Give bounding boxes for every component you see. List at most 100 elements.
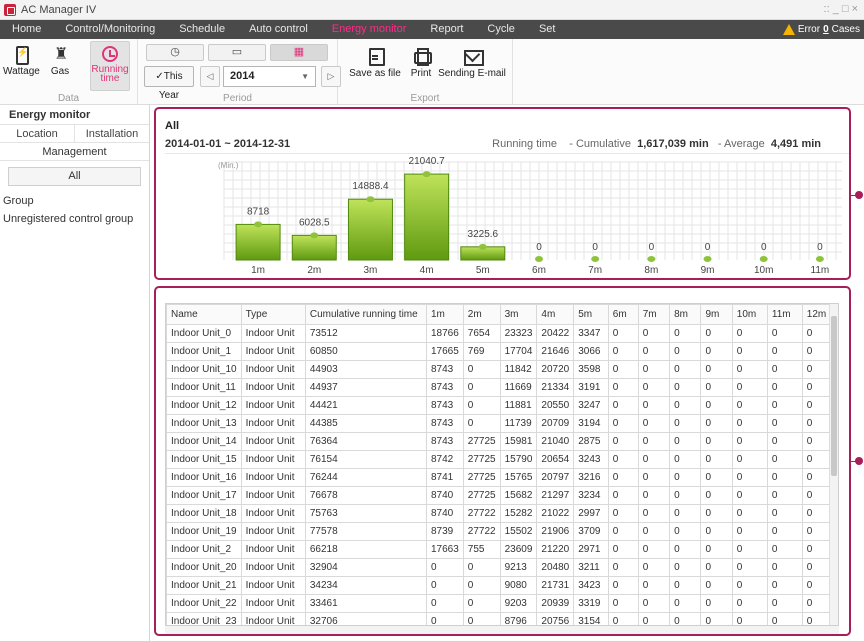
- table-row[interactable]: Indoor Unit_13 Indoor Unit 44385 8743 0 11739…: [166, 414, 838, 433]
- table-cell: 0: [669, 522, 702, 541]
- table-row[interactable]: Indoor Unit_15 Indoor Unit 76154 8742 27725 1…: [166, 450, 838, 469]
- menu-item-energy-monitor[interactable]: Energy monitor: [320, 20, 419, 39]
- table-cell: 0: [731, 486, 768, 505]
- bar-1m: [235, 223, 281, 261]
- table-cell: Indoor Unit: [240, 360, 306, 379]
- horizontal-scrollbar[interactable]: [165, 626, 839, 634]
- error-count[interactable]: 0: [823, 24, 829, 35]
- save-as-file-button[interactable]: Save as file: [346, 47, 404, 79]
- column-header[interactable]: 4m: [536, 304, 575, 325]
- column-header[interactable]: Name: [166, 304, 242, 325]
- table-row[interactable]: Indoor Unit_16 Indoor Unit 76244 8741 27725 1…: [166, 468, 838, 487]
- table-cell: 15765: [499, 468, 538, 487]
- table-row[interactable]: Indoor Unit_18 Indoor Unit 75763 8740 27722 1…: [166, 504, 838, 523]
- table-cell: Indoor Unit_20: [166, 558, 242, 577]
- bar-cap-5m: [478, 243, 487, 250]
- bar-4m: [404, 173, 450, 261]
- table-cell: 0: [669, 360, 702, 379]
- tab-location[interactable]: Location: [0, 125, 75, 142]
- running-time-button[interactable]: Running time: [90, 41, 130, 91]
- table-cell: 3154: [573, 612, 609, 625]
- period-day-button[interactable]: ◷: [146, 44, 204, 61]
- table-cell: Indoor Unit_10: [166, 360, 242, 379]
- table-cell: 9080: [499, 576, 538, 595]
- table-row[interactable]: Indoor Unit_10 Indoor Unit 44903 8743 0 11842…: [166, 360, 838, 379]
- tab-management[interactable]: Management: [0, 143, 149, 161]
- this-year-button[interactable]: ✓This Year: [144, 66, 194, 101]
- wattage-button[interactable]: Wattage: [3, 45, 40, 85]
- table-row[interactable]: Indoor Unit_11 Indoor Unit 44937 8743 0 11669…: [166, 378, 838, 397]
- window-controls[interactable]: :: _ □ ×: [824, 3, 858, 15]
- table-row[interactable]: Indoor Unit_14 Indoor Unit 76364 8743 27725 1…: [166, 432, 838, 451]
- menu-item-set[interactable]: Set: [527, 20, 568, 39]
- period-year-button[interactable]: ▦: [270, 44, 328, 61]
- table-cell: Indoor Unit_22: [166, 594, 242, 613]
- table-row[interactable]: Indoor Unit_20 Indoor Unit 32904 0 0 9213 2048…: [166, 558, 838, 577]
- table-cell: 0: [607, 504, 639, 523]
- table-row[interactable]: Indoor Unit_12 Indoor Unit 44421 8743 0 11881…: [166, 396, 838, 415]
- table-cell: Indoor Unit: [240, 576, 306, 595]
- prev-year-button[interactable]: ◁: [200, 66, 220, 87]
- table-cell: 0: [766, 522, 803, 541]
- table-cell: 3347: [573, 324, 609, 343]
- column-header[interactable]: 10m: [731, 304, 768, 325]
- table-cell: Indoor Unit_21: [166, 576, 242, 595]
- column-header[interactable]: 9m: [700, 304, 733, 325]
- all-button[interactable]: All: [8, 167, 141, 186]
- menu-item-auto-control[interactable]: Auto control: [237, 20, 320, 39]
- column-header[interactable]: 11m: [766, 304, 803, 325]
- menu-item-home[interactable]: Home: [0, 20, 53, 39]
- table-cell: 0: [766, 450, 803, 469]
- table-row[interactable]: Indoor Unit_21 Indoor Unit 34234 0 0 9080 2173…: [166, 576, 838, 595]
- table-cell: 9203: [499, 594, 538, 613]
- column-header[interactable]: 2m: [462, 304, 501, 325]
- error-indicator[interactable]: Error 0 Cases: [782, 22, 860, 37]
- data-label-2m: 6028.5: [299, 217, 330, 228]
- table-row[interactable]: Indoor Unit_2 Indoor Unit 66218 17663 755 236…: [166, 540, 838, 559]
- menu-item-cycle[interactable]: Cycle: [475, 20, 527, 39]
- x-tick-5m: 5m: [476, 265, 490, 276]
- menu-item-report[interactable]: Report: [418, 20, 475, 39]
- year-select[interactable]: 2014 ▼: [223, 66, 316, 87]
- period-month-button[interactable]: ▭: [208, 44, 266, 61]
- tree-item-group[interactable]: Group: [0, 192, 149, 210]
- send-email-button[interactable]: Sending E-mail: [438, 47, 506, 79]
- data-label-3m: 14888.4: [352, 181, 389, 192]
- column-header[interactable]: 3m: [499, 304, 538, 325]
- tab-installation[interactable]: Installation: [75, 125, 149, 142]
- print-button[interactable]: Print: [406, 47, 436, 79]
- table-row[interactable]: Indoor Unit_22 Indoor Unit 33461 0 0 9203 2093…: [166, 594, 838, 613]
- menu-item-control-monitoring[interactable]: Control/Monitoring: [53, 20, 167, 39]
- column-header[interactable]: 7m: [637, 304, 671, 325]
- bar-cap-7m: [591, 256, 600, 262]
- table-cell: 0: [669, 612, 702, 625]
- table-cell: 27725: [462, 486, 501, 505]
- column-header[interactable]: 1m: [425, 304, 464, 325]
- tree-item-unregistered[interactable]: Unregistered control group: [0, 210, 149, 228]
- table-row[interactable]: Indoor Unit_23 Indoor Unit 32706 0 0 8796 2075…: [166, 612, 838, 625]
- column-header[interactable]: 8m: [669, 304, 702, 325]
- table-container[interactable]: Name Type Cumulative running time 1m 2m 3m 4m 5…: [165, 303, 839, 626]
- summary-stats: Running time - Cumulative 1,617,039 min …: [492, 138, 821, 150]
- scroll-thumb[interactable]: [831, 316, 837, 476]
- table-cell: 0: [700, 540, 733, 559]
- x-tick-7m: 7m: [588, 265, 602, 276]
- menu-item-schedule[interactable]: Schedule: [167, 20, 237, 39]
- gas-button[interactable]: Gas: [45, 44, 75, 85]
- table-row[interactable]: Indoor Unit_17 Indoor Unit 76678 8740 27725 1…: [166, 486, 838, 505]
- table-cell: 3191: [573, 378, 609, 397]
- table-row[interactable]: Indoor Unit_0 Indoor Unit 73512 18766 7654 23…: [166, 324, 838, 343]
- column-header[interactable]: 5m: [573, 304, 609, 325]
- table-row[interactable]: Indoor Unit_1 Indoor Unit 60850 17665 769 177…: [166, 342, 838, 361]
- vertical-scrollbar[interactable]: [829, 304, 838, 625]
- title-bar: AC Manager IV :: _ □ ×: [0, 0, 864, 20]
- table-cell: 27725: [462, 450, 501, 469]
- table-cell: 0: [731, 378, 768, 397]
- column-header[interactable]: Type: [240, 304, 306, 325]
- column-header[interactable]: Cumulative running time: [304, 304, 427, 325]
- bar-cap-11m: [815, 256, 824, 262]
- column-header[interactable]: 6m: [607, 304, 639, 325]
- table-row[interactable]: Indoor Unit_19 Indoor Unit 77578 8739 27722 1…: [166, 522, 838, 541]
- table-cell: 0: [731, 414, 768, 433]
- table-cell: Indoor Unit: [240, 432, 306, 451]
